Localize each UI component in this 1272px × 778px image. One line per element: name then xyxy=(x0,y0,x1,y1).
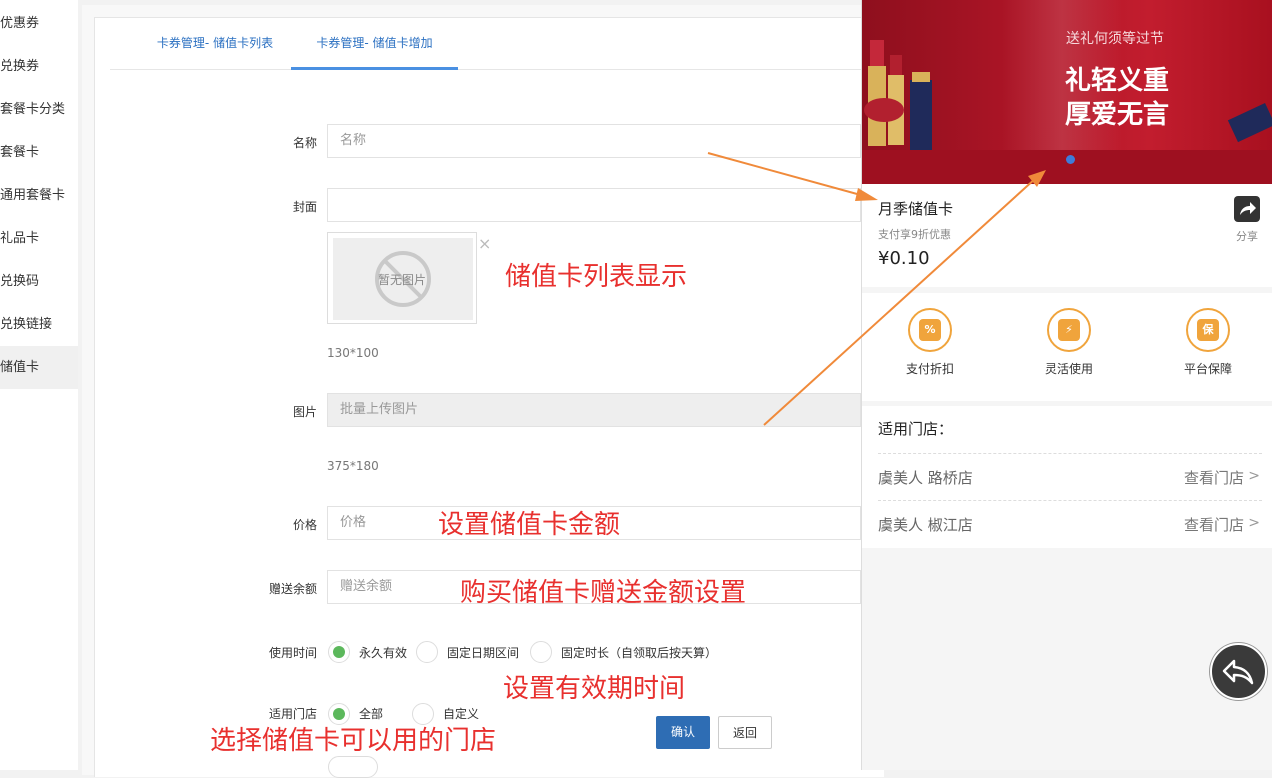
feature-label: 平台保障 xyxy=(1183,362,1232,376)
feature-guarantee: 保 平台保障 xyxy=(1163,308,1253,377)
cover-image-preview[interactable]: 暂无图片 xyxy=(327,232,477,324)
sidebar-item-stored-value-card[interactable]: 储值卡 xyxy=(0,346,78,389)
stores-title: 适用门店： xyxy=(878,420,954,438)
usetime-option-text: 永久有效 xyxy=(359,646,408,660)
card-info: 月季储值卡 支付享9折优惠 ¥0.10 分享 xyxy=(862,184,1272,287)
sidebar-item-label: 通用套餐卡 xyxy=(0,188,66,203)
no-image-placeholder: 暂无图片 xyxy=(333,238,473,320)
annotation-bonus-setting: 购买储值卡赠送金额设置 xyxy=(460,578,747,608)
sidebar-item-package-category[interactable]: 套餐卡分类 xyxy=(0,88,78,131)
name-label: 名称 xyxy=(292,136,317,150)
annotation-validity: 设置有效期时间 xyxy=(503,674,686,704)
images-label: 图片 xyxy=(292,405,317,419)
tab-card-list[interactable]: 卡券管理- 储值卡列表 xyxy=(128,23,302,70)
confirm-button[interactable]: 确认 xyxy=(656,716,710,749)
sidebar-item-redeem-link[interactable]: 兑换链接 xyxy=(0,303,78,346)
lightning-icon: ⚡ xyxy=(1047,308,1091,352)
batch-upload-input[interactable]: 批量上传图片 xyxy=(327,393,861,427)
card-title: 月季储值卡 xyxy=(878,200,954,218)
view-store-link[interactable]: 查看门店 xyxy=(1184,514,1244,535)
reply-arrow-icon xyxy=(1222,659,1254,685)
cover-size-hint: 130*100 xyxy=(327,346,379,360)
preview-banner: 送礼何须等过节 礼轻义重 厚爱无言 xyxy=(862,0,1272,184)
sidebar-item-coupon[interactable]: 优惠券 xyxy=(0,2,78,45)
tab-card-add[interactable]: 卡券管理- 储值卡增加 xyxy=(291,23,458,70)
feature-label: 灵活使用 xyxy=(1044,362,1093,376)
annotation-set-amount: 设置储值卡金额 xyxy=(438,510,621,540)
cover-label: 封面 xyxy=(292,200,317,214)
share-label: 分享 xyxy=(1236,230,1258,243)
annotation-list-display: 储值卡列表显示 xyxy=(505,262,688,292)
feature-flexible: ⚡ 灵活使用 xyxy=(1024,308,1114,377)
images-size-hint: 375*180 xyxy=(327,459,379,473)
card-price: ¥0.10 xyxy=(878,248,930,269)
close-icon[interactable]: × xyxy=(478,234,491,253)
tab-label: 卡券管理- 储值卡增加 xyxy=(316,36,433,50)
sidebar-item-label: 兑换码 xyxy=(0,274,40,289)
usetime-fixed-duration-radio[interactable] xyxy=(530,641,552,663)
store-name: 虞美人 椒江店 xyxy=(878,516,973,534)
sidebar-item-label: 礼品卡 xyxy=(0,231,40,246)
sidebar: 优惠券 兑换券 套餐卡分类 套餐卡 通用套餐卡 礼品卡 兑换码 兑换链接 储值卡 xyxy=(0,0,78,770)
usetime-permanent-radio[interactable] xyxy=(328,641,350,663)
feature-label: 支付折扣 xyxy=(905,362,954,376)
bonus-label: 赠送余额 xyxy=(268,582,317,596)
sidebar-item-gift-card[interactable]: 礼品卡 xyxy=(0,217,78,260)
sidebar-item-label: 储值卡 xyxy=(0,360,40,375)
no-image-text: 暂无图片 xyxy=(378,273,427,287)
usetime-option-text: 固定日期区间 xyxy=(447,646,520,660)
shield-icon: 保 xyxy=(1186,308,1230,352)
sidebar-item-label: 兑换券 xyxy=(0,59,40,74)
banner-line3: 厚爱无言 xyxy=(1065,100,1170,130)
chevron-right-icon: > xyxy=(1248,468,1260,484)
sidebar-item-label: 优惠券 xyxy=(0,16,40,31)
sidebar-list: 优惠券 兑换券 套餐卡分类 套餐卡 通用套餐卡 礼品卡 兑换码 兑换链接 储值卡 xyxy=(0,0,78,389)
store-row[interactable]: 虞美人 椒江店 查看门店 > xyxy=(878,500,1262,547)
back-floating-button[interactable] xyxy=(1210,643,1267,700)
cover-input[interactable] xyxy=(327,188,861,222)
carousel-dot[interactable] xyxy=(1066,155,1075,164)
sidebar-item-exchange-coupon[interactable]: 兑换券 xyxy=(0,45,78,88)
sidebar-item-label: 套餐卡分类 xyxy=(0,102,66,117)
name-input[interactable]: 名称 xyxy=(327,124,861,158)
tab-label: 卡券管理- 储值卡列表 xyxy=(156,36,274,50)
annotation-stores: 选择储值卡可以用的门店 xyxy=(210,726,497,756)
banner-line1: 送礼何须等过节 xyxy=(1066,31,1164,47)
discount-icon: % xyxy=(908,308,952,352)
card-subtitle: 支付享9折优惠 xyxy=(878,228,951,241)
mobile-preview: 送礼何须等过节 礼轻义重 厚爱无言 月季储值卡 支付享9折优惠 ¥0.10 分享… xyxy=(861,0,1272,770)
back-button[interactable]: 返回 xyxy=(718,716,772,749)
store-row[interactable]: 虞美人 路桥店 查看门店 > xyxy=(878,453,1262,500)
feature-discount: % 支付折扣 xyxy=(885,308,975,377)
sidebar-item-package-card[interactable]: 套餐卡 xyxy=(0,131,78,174)
price-label: 价格 xyxy=(292,518,317,532)
sidebar-item-redeem-code[interactable]: 兑换码 xyxy=(0,260,78,303)
chevron-right-icon: > xyxy=(1248,515,1260,531)
view-store-link[interactable]: 查看门店 xyxy=(1184,467,1244,488)
partial-toggle[interactable] xyxy=(328,756,378,778)
sidebar-item-general-package[interactable]: 通用套餐卡 xyxy=(0,174,78,217)
sidebar-item-label: 套餐卡 xyxy=(0,145,40,160)
tab-bar: 卡券管理- 储值卡列表 卡券管理- 储值卡增加 xyxy=(110,23,870,70)
applicable-stores: 适用门店： 虞美人 路桥店 查看门店 > 虞美人 椒江店 查看门店 > xyxy=(862,406,1272,548)
usetime-option-text: 固定时长（自领取后按天算） xyxy=(561,646,718,660)
banner-line2: 礼轻义重 xyxy=(1065,66,1170,96)
store-name: 虞美人 路桥店 xyxy=(878,469,973,487)
feature-row: % 支付折扣 ⚡ 灵活使用 保 平台保障 xyxy=(862,293,1272,401)
usetime-label: 使用时间 xyxy=(268,646,317,660)
sidebar-item-label: 兑换链接 xyxy=(0,317,53,332)
share-icon[interactable] xyxy=(1234,196,1260,222)
usetime-date-range-radio[interactable] xyxy=(416,641,438,663)
